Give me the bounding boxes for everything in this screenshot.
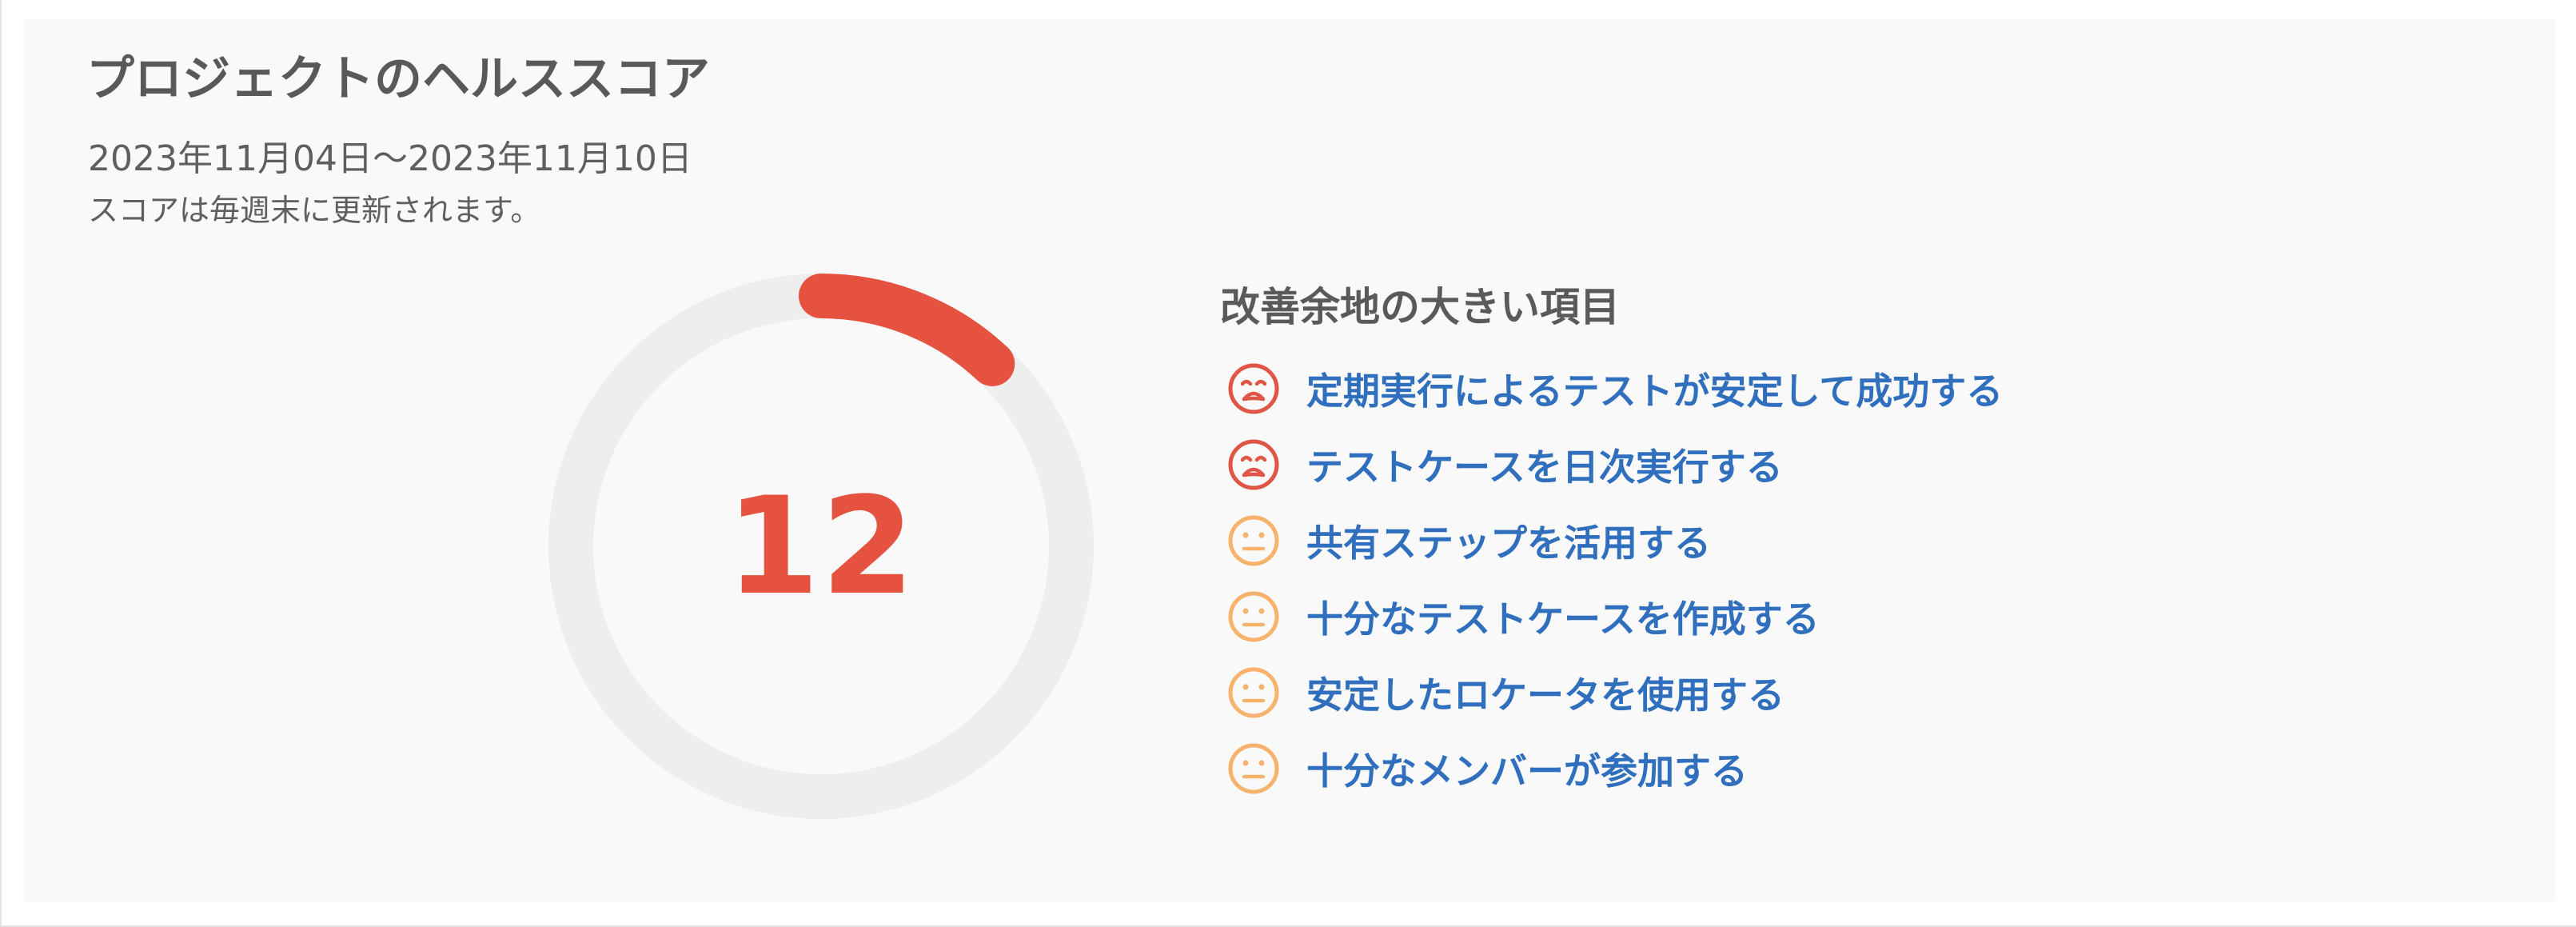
improvement-item[interactable]: 安定したロケータを使用する xyxy=(1220,654,2179,730)
improvement-link[interactable]: 十分なテストケースを作成する xyxy=(1306,590,1820,643)
score-period: 2023年11月04日～2023年11月10日 xyxy=(88,138,692,179)
improvement-heading: 改善余地の大きい項目 xyxy=(1220,284,1620,330)
improvement-item[interactable]: 定期実行によるテストが安定して成功する xyxy=(1220,350,2179,426)
update-note: スコアは毎週末に更新されます。 xyxy=(88,193,541,228)
improvement-section: 改善余地の大きい項目 定期実行によるテストが安定して成功する テストケースを日次… xyxy=(1220,277,2179,806)
improvement-link[interactable]: テストケースを日次実行する xyxy=(1306,438,1783,491)
sad-face-icon xyxy=(1226,438,1281,492)
improvement-link[interactable]: 安定したロケータを使用する xyxy=(1306,666,1784,719)
neutral-face-icon xyxy=(1226,589,1281,644)
neutral-face-icon xyxy=(1226,665,1281,720)
sad-face-icon xyxy=(1226,362,1281,416)
improvement-item[interactable]: 十分なメンバーが参加する xyxy=(1220,730,2179,806)
improvement-item[interactable]: テストケースを日次実行する xyxy=(1220,426,2179,502)
panel-title: プロジェクトのヘルススコア xyxy=(86,51,710,107)
improvement-list: 定期実行によるテストが安定して成功する テストケースを日次実行する 共有ステップ… xyxy=(1220,350,2179,806)
score-value: 12 xyxy=(726,468,916,625)
improvement-item[interactable]: 共有ステップを活用する xyxy=(1220,502,2179,578)
improvement-link[interactable]: 十分なメンバーが参加する xyxy=(1306,742,1748,795)
page-frame: プロジェクトのヘルススコア 2023年11月04日～2023年11月10日 スコ… xyxy=(0,0,2576,927)
neutral-face-icon xyxy=(1226,513,1281,568)
improvement-link[interactable]: 定期実行によるテストが安定して成功する xyxy=(1306,362,2003,415)
neutral-face-icon xyxy=(1226,741,1281,796)
improvement-item[interactable]: 十分なテストケースを作成する xyxy=(1220,578,2179,654)
improvement-link[interactable]: 共有ステップを活用する xyxy=(1306,514,1711,567)
